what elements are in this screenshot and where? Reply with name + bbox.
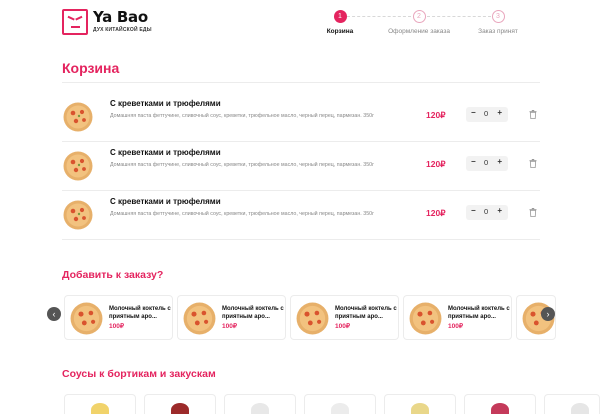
pizza-image [63, 151, 93, 181]
decrement-button[interactable]: − [471, 206, 476, 215]
sauce-image [251, 403, 269, 414]
product-card[interactable]: Молочный коктель с приятным аро... 100₽ [177, 295, 286, 340]
sauces-title: Соусы к бортикам и закускам [62, 368, 216, 380]
decrement-button[interactable]: − [471, 108, 476, 117]
step-number: 2 [412, 10, 426, 23]
sauce-card[interactable] [384, 394, 456, 414]
step-label: Заказ принят [478, 28, 518, 35]
carousel-next-button[interactable]: › [541, 307, 555, 321]
increment-button[interactable]: + [497, 108, 502, 117]
item-price: 120₽ [426, 110, 446, 120]
item-description: Домашняя паста феттучине, сливочный соус… [110, 113, 375, 119]
divider [62, 239, 540, 240]
product-card[interactable]: Молочный коктель с приятным аро... 100₽ [64, 295, 173, 340]
cart-item: С креветками и трюфелями Домашняя паста … [62, 93, 540, 141]
brand-tagline: ДУХ КИТАЙСКОЙ ЕДЫ [93, 27, 152, 33]
product-price: 100₽ [222, 323, 237, 330]
divider [62, 82, 540, 83]
cart-item: С креветками и трюфелями Домашняя паста … [62, 142, 540, 190]
trash-icon[interactable] [529, 159, 537, 168]
product-card[interactable]: Молочный коктель с приятным аро... 100₽ [290, 295, 399, 340]
sauce-image [331, 403, 349, 414]
sauce-image [411, 403, 429, 414]
product-name: Молочный коктель с приятным аро... [109, 306, 171, 320]
quantity-value: 0 [484, 158, 489, 167]
sauce-image [91, 403, 109, 414]
product-price: 100₽ [335, 323, 350, 330]
cart-item: С креветками и трюфелями Домашняя паста … [62, 191, 540, 239]
quantity-stepper: − 0 + [466, 156, 508, 171]
product-image [296, 302, 329, 335]
sauce-card[interactable] [464, 394, 536, 414]
increment-button[interactable]: + [497, 206, 502, 215]
sauce-image [491, 403, 509, 414]
sauce-image [171, 403, 189, 414]
carousel-prev-button[interactable]: ‹ [47, 307, 61, 321]
header: Ya Bao ДУХ КИТАЙСКОЙ ЕДЫ 1 Корзина 2 Офо… [0, 0, 600, 46]
item-name: С креветками и трюфелями [110, 197, 221, 206]
product-name: Молочный коктель с приятным аро... [448, 306, 510, 320]
product-price: 100₽ [109, 323, 124, 330]
trash-icon[interactable] [529, 208, 537, 217]
item-description: Домашняя паста феттучине, сливочный соус… [110, 162, 375, 168]
product-card[interactable]: Молочный коктель с приятным аро... 100₽ [403, 295, 512, 340]
product-price: 100₽ [448, 323, 463, 330]
step-number: 3 [491, 10, 505, 23]
pizza-image [63, 102, 93, 132]
pizza-image [63, 200, 93, 230]
step-cart: 1 Корзина [295, 10, 385, 35]
trash-icon[interactable] [529, 110, 537, 119]
product-name: Молочный коктель с приятным аро... [335, 306, 397, 320]
sauce-card[interactable] [224, 394, 296, 414]
step-number: 1 [333, 10, 347, 23]
product-image [183, 302, 216, 335]
item-name: С креветками и трюфелями [110, 148, 221, 157]
product-name: Молочный коктель с приятным аро... [222, 306, 284, 320]
step-confirmed: 3 Заказ принят [453, 10, 543, 35]
product-image [409, 302, 442, 335]
quantity-stepper: − 0 + [466, 205, 508, 220]
quantity-value: 0 [484, 207, 489, 216]
sauce-card[interactable] [64, 394, 136, 414]
quantity-stepper: − 0 + [466, 107, 508, 122]
increment-button[interactable]: + [497, 157, 502, 166]
decrement-button[interactable]: − [471, 157, 476, 166]
logo-icon[interactable] [62, 9, 88, 35]
sauce-image [571, 403, 589, 414]
step-label: Корзина [326, 28, 354, 35]
item-price: 120₽ [426, 208, 446, 218]
step-checkout: 2 Оформление заказа [374, 10, 464, 35]
brand-name[interactable]: Ya Bao [93, 8, 148, 26]
page-title: Корзина [62, 60, 120, 76]
add-to-order-title: Добавить к заказу? [62, 269, 164, 281]
item-price: 120₽ [426, 159, 446, 169]
step-label: Оформление заказа [388, 28, 450, 35]
product-image [70, 302, 103, 335]
item-name: С креветками и трюфелями [110, 99, 221, 108]
sauce-card[interactable] [304, 394, 376, 414]
item-description: Домашняя паста феттучине, сливочный соус… [110, 211, 375, 217]
sauce-card[interactable] [144, 394, 216, 414]
quantity-value: 0 [484, 109, 489, 118]
sauce-card[interactable] [544, 394, 600, 414]
